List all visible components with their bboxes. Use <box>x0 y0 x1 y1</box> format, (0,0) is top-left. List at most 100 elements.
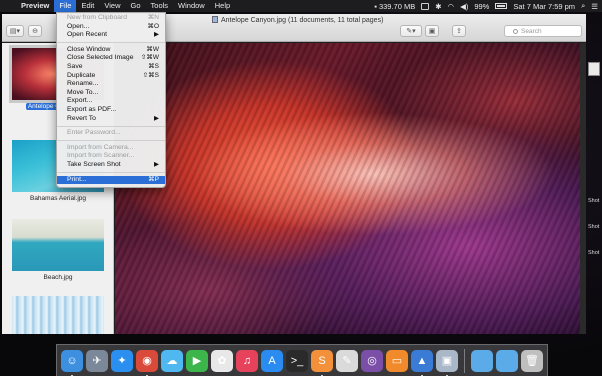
photos-icon[interactable]: ✿ <box>211 349 233 372</box>
menu-item-label: Duplicate <box>67 71 96 79</box>
menu-item-duplicate[interactable]: Duplicate ⇧⌘S <box>57 72 165 81</box>
downloads-folder-icon[interactable] <box>496 349 518 372</box>
markup-pen-button[interactable]: ✎▾ <box>400 25 422 37</box>
menu-go[interactable]: Go <box>126 0 146 12</box>
menu-shortcut: ⌘P <box>148 175 159 183</box>
search-field[interactable]: Search <box>504 25 582 37</box>
wifi-icon[interactable]: ◠ <box>448 2 455 11</box>
sidebar-toggle-button[interactable]: ▤▾ <box>6 25 24 37</box>
menu-item-save[interactable]: Save ⌘S <box>57 63 165 72</box>
menu-item-print[interactable]: Print... ⌘P <box>57 175 165 185</box>
trash-icon[interactable]: 🗑 <box>521 349 543 372</box>
desktop-file-label[interactable]: Shot <box>588 198 599 204</box>
desktop-file-label[interactable]: Shot <box>588 250 599 256</box>
menu-item-enter-password: Enter Password... <box>57 129 165 138</box>
textedit-icon[interactable]: ✎ <box>336 349 358 372</box>
menu-item-label: Import from Camera... <box>67 143 134 151</box>
clock[interactable]: Sat 7 Mar 7:59 pm <box>513 2 575 11</box>
menu-view[interactable]: View <box>99 0 125 12</box>
notification-center-icon[interactable]: ☰ <box>591 2 598 11</box>
thumbnail-item[interactable]: Beach.jpg <box>12 219 104 281</box>
sidebar-icon: ▤▾ <box>9 28 21 35</box>
menu-item-rename[interactable]: Rename... <box>57 80 165 89</box>
bluetooth-icon[interactable]: ✱ <box>435 2 441 11</box>
menu-shortcut: ⇧⌘S <box>142 71 159 79</box>
messages-icon[interactable]: ☁ <box>161 349 183 372</box>
sublime-icon[interactable]: S <box>311 349 333 376</box>
share-button[interactable]: ⇪ <box>452 25 466 37</box>
finder-icon[interactable]: ☺ <box>61 349 83 376</box>
menu-item-label: Revert To <box>67 114 96 122</box>
keynote-icon[interactable]: ▲ <box>411 349 433 376</box>
dock: ☺ ✈ ✦ ◉ ☁ ▶ ✿ ♫ A >_ S ✎ ◎ ▭ ▲ ▣ 🗑 <box>56 344 548 376</box>
tor-icon[interactable]: ◎ <box>361 349 383 372</box>
preview-icon[interactable]: ▣ <box>436 349 458 376</box>
menu-bar: Preview File Edit View Go Tools Window H… <box>0 0 602 12</box>
status-area: ▪ 339.70 MB ✱ ◠ ◀) 99% Sat 7 Mar 7:59 pm… <box>374 1 602 11</box>
menu-item-label: Open... <box>67 22 90 30</box>
appstore-icon[interactable]: A <box>261 349 283 372</box>
desktop-file-icon[interactable] <box>588 62 600 76</box>
menu-separator <box>57 140 165 142</box>
volume-icon[interactable]: ◀) <box>460 2 468 11</box>
music-icon[interactable]: ♫ <box>236 349 258 372</box>
menu-item-export-as-pdf[interactable]: Export as PDF... <box>57 106 165 115</box>
menu-item-open[interactable]: Open... ⌘O <box>57 23 165 32</box>
vertical-scrollbar[interactable] <box>580 43 586 334</box>
terminal-icon[interactable]: >_ <box>286 349 308 372</box>
menu-shortcut: ⌘O <box>147 22 159 30</box>
menu-shortcut: ⌘N <box>147 14 159 21</box>
memory-monitor[interactable]: ▪ 339.70 MB <box>374 2 415 11</box>
menu-item-label: New from Clipboard <box>67 14 128 21</box>
chrome-icon[interactable]: ◉ <box>136 349 158 376</box>
menu-window[interactable]: Window <box>173 0 210 12</box>
toolbox-icon: ▣ <box>428 28 436 35</box>
battery-percent[interactable]: 99% <box>474 2 489 11</box>
search-icon <box>513 28 518 34</box>
document-icon <box>212 16 218 23</box>
menu-item-label: Import from Scanner... <box>67 152 135 160</box>
submenu-arrow-icon: ▶ <box>154 31 159 39</box>
menu-item-export[interactable]: Export... <box>57 97 165 106</box>
thumbnail-image <box>12 219 104 271</box>
menu-item-open-recent[interactable]: Open Recent ▶ <box>57 31 165 40</box>
desktop-file-label[interactable]: Shot <box>588 224 599 230</box>
spotlight-icon[interactable]: ⌕ <box>581 1 585 11</box>
menu-shortcut: ⇧⌘W <box>140 54 159 62</box>
menu-edit[interactable]: Edit <box>76 0 99 12</box>
launchpad-icon[interactable]: ✈ <box>86 349 108 372</box>
menu-item-take-screen-shot[interactable]: Take Screen Shot ▶ <box>57 161 165 170</box>
submenu-arrow-icon: ▶ <box>154 160 159 168</box>
markup-toolbar-button[interactable]: ▣ <box>425 25 439 37</box>
dock-separator <box>464 348 465 373</box>
menu-item-label: Rename... <box>67 80 99 88</box>
battery-icon <box>495 3 508 9</box>
zoom-out-button[interactable]: ⊖ <box>28 25 42 37</box>
menu-help[interactable]: Help <box>210 0 235 12</box>
app-menu[interactable]: Preview <box>16 0 54 12</box>
safari-icon[interactable]: ✦ <box>111 349 133 372</box>
image-texture <box>115 43 586 334</box>
share-icon: ⇪ <box>456 28 462 35</box>
thumbnail-label: Beach.jpg <box>43 274 73 281</box>
menu-item-move-to[interactable]: Move To... <box>57 89 165 98</box>
folder-icon[interactable] <box>471 349 493 372</box>
menu-item-revert-to[interactable]: Revert To ▶ <box>57 115 165 124</box>
thumbnail-item[interactable] <box>12 296 104 334</box>
menu-item-label: Export... <box>67 97 93 105</box>
menu-file[interactable]: File <box>54 0 77 12</box>
ibooks-icon[interactable]: ▭ <box>386 349 408 372</box>
menu-separator <box>57 172 165 173</box>
menu-separator <box>57 42 165 44</box>
menu-separator <box>57 125 165 127</box>
display-icon[interactable] <box>421 2 430 10</box>
file-menu-dropdown: New from Clipboard ⌘N Open... ⌘O Open Rece… <box>56 12 166 188</box>
menu-item-import-from-camera: Import from Camera... <box>57 144 165 153</box>
facetime-icon[interactable]: ▶ <box>186 349 208 372</box>
main-image-canvas[interactable] <box>115 43 586 334</box>
pen-icon: ✎▾ <box>406 28 416 35</box>
memory-value: 339.70 MB <box>378 1 416 11</box>
menu-item-close-selected-image[interactable]: Close Selected Image ⇧⌘W <box>57 54 165 63</box>
menu-tools[interactable]: Tools <box>146 0 174 12</box>
menu-item-label: Close Selected Image <box>67 54 134 62</box>
